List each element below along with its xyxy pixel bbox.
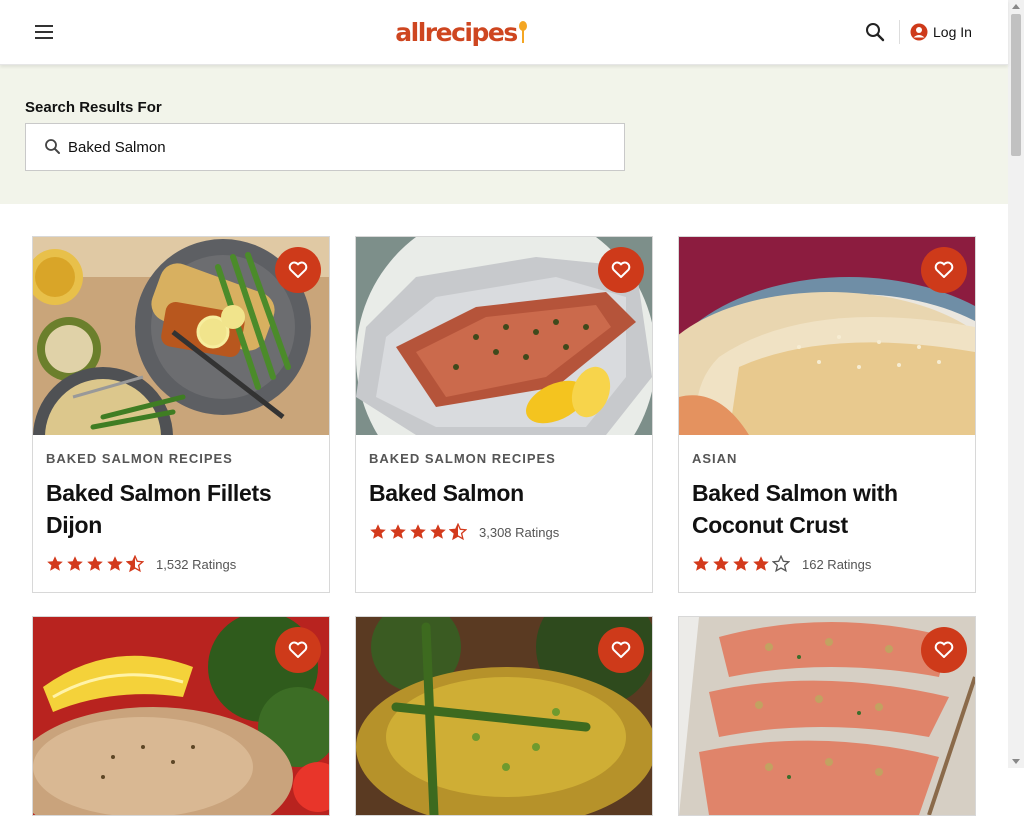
user-icon bbox=[910, 23, 928, 41]
search-icon[interactable] bbox=[42, 136, 64, 158]
page-scrollbar[interactable] bbox=[1008, 0, 1024, 768]
recipe-card[interactable] bbox=[678, 616, 976, 816]
star-full-icon bbox=[693, 556, 709, 571]
recipe-card[interactable]: BAKED SALMON RECIPES Baked Salmon Fillet… bbox=[32, 236, 330, 593]
star-full-icon bbox=[410, 524, 426, 539]
recipe-card[interactable] bbox=[355, 616, 653, 816]
star-half-icon bbox=[449, 523, 467, 541]
star-rating bbox=[46, 555, 144, 573]
favorite-button[interactable] bbox=[921, 627, 967, 673]
heart-icon bbox=[934, 261, 954, 278]
spoon-icon bbox=[518, 21, 527, 43]
search-band: Search Results For bbox=[0, 65, 1008, 204]
scroll-up-arrow[interactable] bbox=[1012, 4, 1020, 9]
recipe-title[interactable]: Baked Salmon with Coconut Crust bbox=[692, 477, 964, 541]
heart-icon bbox=[934, 641, 954, 658]
star-full-icon bbox=[753, 556, 769, 571]
recipe-title[interactable]: Baked Salmon bbox=[369, 477, 641, 509]
logo-text: allrecipes bbox=[395, 17, 518, 47]
heart-icon bbox=[611, 261, 631, 278]
scrollbar-thumb[interactable] bbox=[1011, 14, 1021, 156]
star-rating bbox=[692, 555, 790, 573]
ratings-count: 1,532 Ratings bbox=[156, 556, 237, 572]
scroll-down-arrow[interactable] bbox=[1012, 759, 1020, 764]
recipe-rating: 3,308 Ratings bbox=[369, 523, 559, 541]
recipe-rating: 1,532 Ratings bbox=[46, 555, 236, 573]
ratings-count: 162 Ratings bbox=[802, 556, 872, 572]
recipe-card[interactable]: BAKED SALMON RECIPES Baked Salmon 3,308 … bbox=[355, 236, 653, 593]
star-full-icon bbox=[107, 556, 123, 571]
recipe-card[interactable] bbox=[32, 616, 330, 816]
heart-icon bbox=[288, 641, 308, 658]
favorite-button[interactable] bbox=[921, 247, 967, 293]
heart-icon bbox=[288, 261, 308, 278]
star-full-icon bbox=[713, 556, 729, 571]
login-button[interactable]: Log In bbox=[910, 18, 979, 46]
star-empty-icon bbox=[772, 555, 790, 573]
star-full-icon bbox=[87, 556, 103, 571]
recipe-rating: 162 Ratings bbox=[692, 555, 871, 573]
login-label: Log In bbox=[933, 24, 972, 40]
favorite-button[interactable] bbox=[275, 247, 321, 293]
star-full-icon bbox=[733, 556, 749, 571]
star-full-icon bbox=[67, 556, 83, 571]
site-header: allrecipes Log In bbox=[0, 0, 1008, 65]
ratings-count: 3,308 Ratings bbox=[479, 524, 560, 540]
recipe-category: BAKED SALMON RECIPES bbox=[369, 451, 556, 466]
star-half-icon bbox=[126, 555, 144, 573]
recipe-card[interactable]: ASIAN Baked Salmon with Coconut Crust 16… bbox=[678, 236, 976, 593]
star-rating bbox=[369, 523, 467, 541]
star-full-icon bbox=[370, 524, 386, 539]
recipe-category: BAKED SALMON RECIPES bbox=[46, 451, 233, 466]
recipe-grid: BAKED SALMON RECIPES Baked Salmon Fillet… bbox=[0, 204, 1008, 816]
header-search-button[interactable] bbox=[861, 18, 889, 46]
favorite-button[interactable] bbox=[275, 627, 321, 673]
search-results-title: Search Results For bbox=[25, 99, 162, 116]
search-icon bbox=[866, 23, 885, 42]
star-full-icon bbox=[47, 556, 63, 571]
header-divider bbox=[899, 20, 900, 44]
heart-icon bbox=[611, 641, 631, 658]
star-full-icon bbox=[430, 524, 446, 539]
favorite-button[interactable] bbox=[598, 627, 644, 673]
menu-button[interactable] bbox=[30, 17, 58, 45]
recipe-category: ASIAN bbox=[692, 451, 738, 466]
favorite-button[interactable] bbox=[598, 247, 644, 293]
star-full-icon bbox=[390, 524, 406, 539]
search-input[interactable] bbox=[68, 138, 588, 156]
recipe-title[interactable]: Baked Salmon Fillets Dijon bbox=[46, 477, 318, 541]
allrecipes-logo[interactable]: allrecipes bbox=[395, 14, 527, 50]
search-box[interactable] bbox=[25, 123, 625, 171]
